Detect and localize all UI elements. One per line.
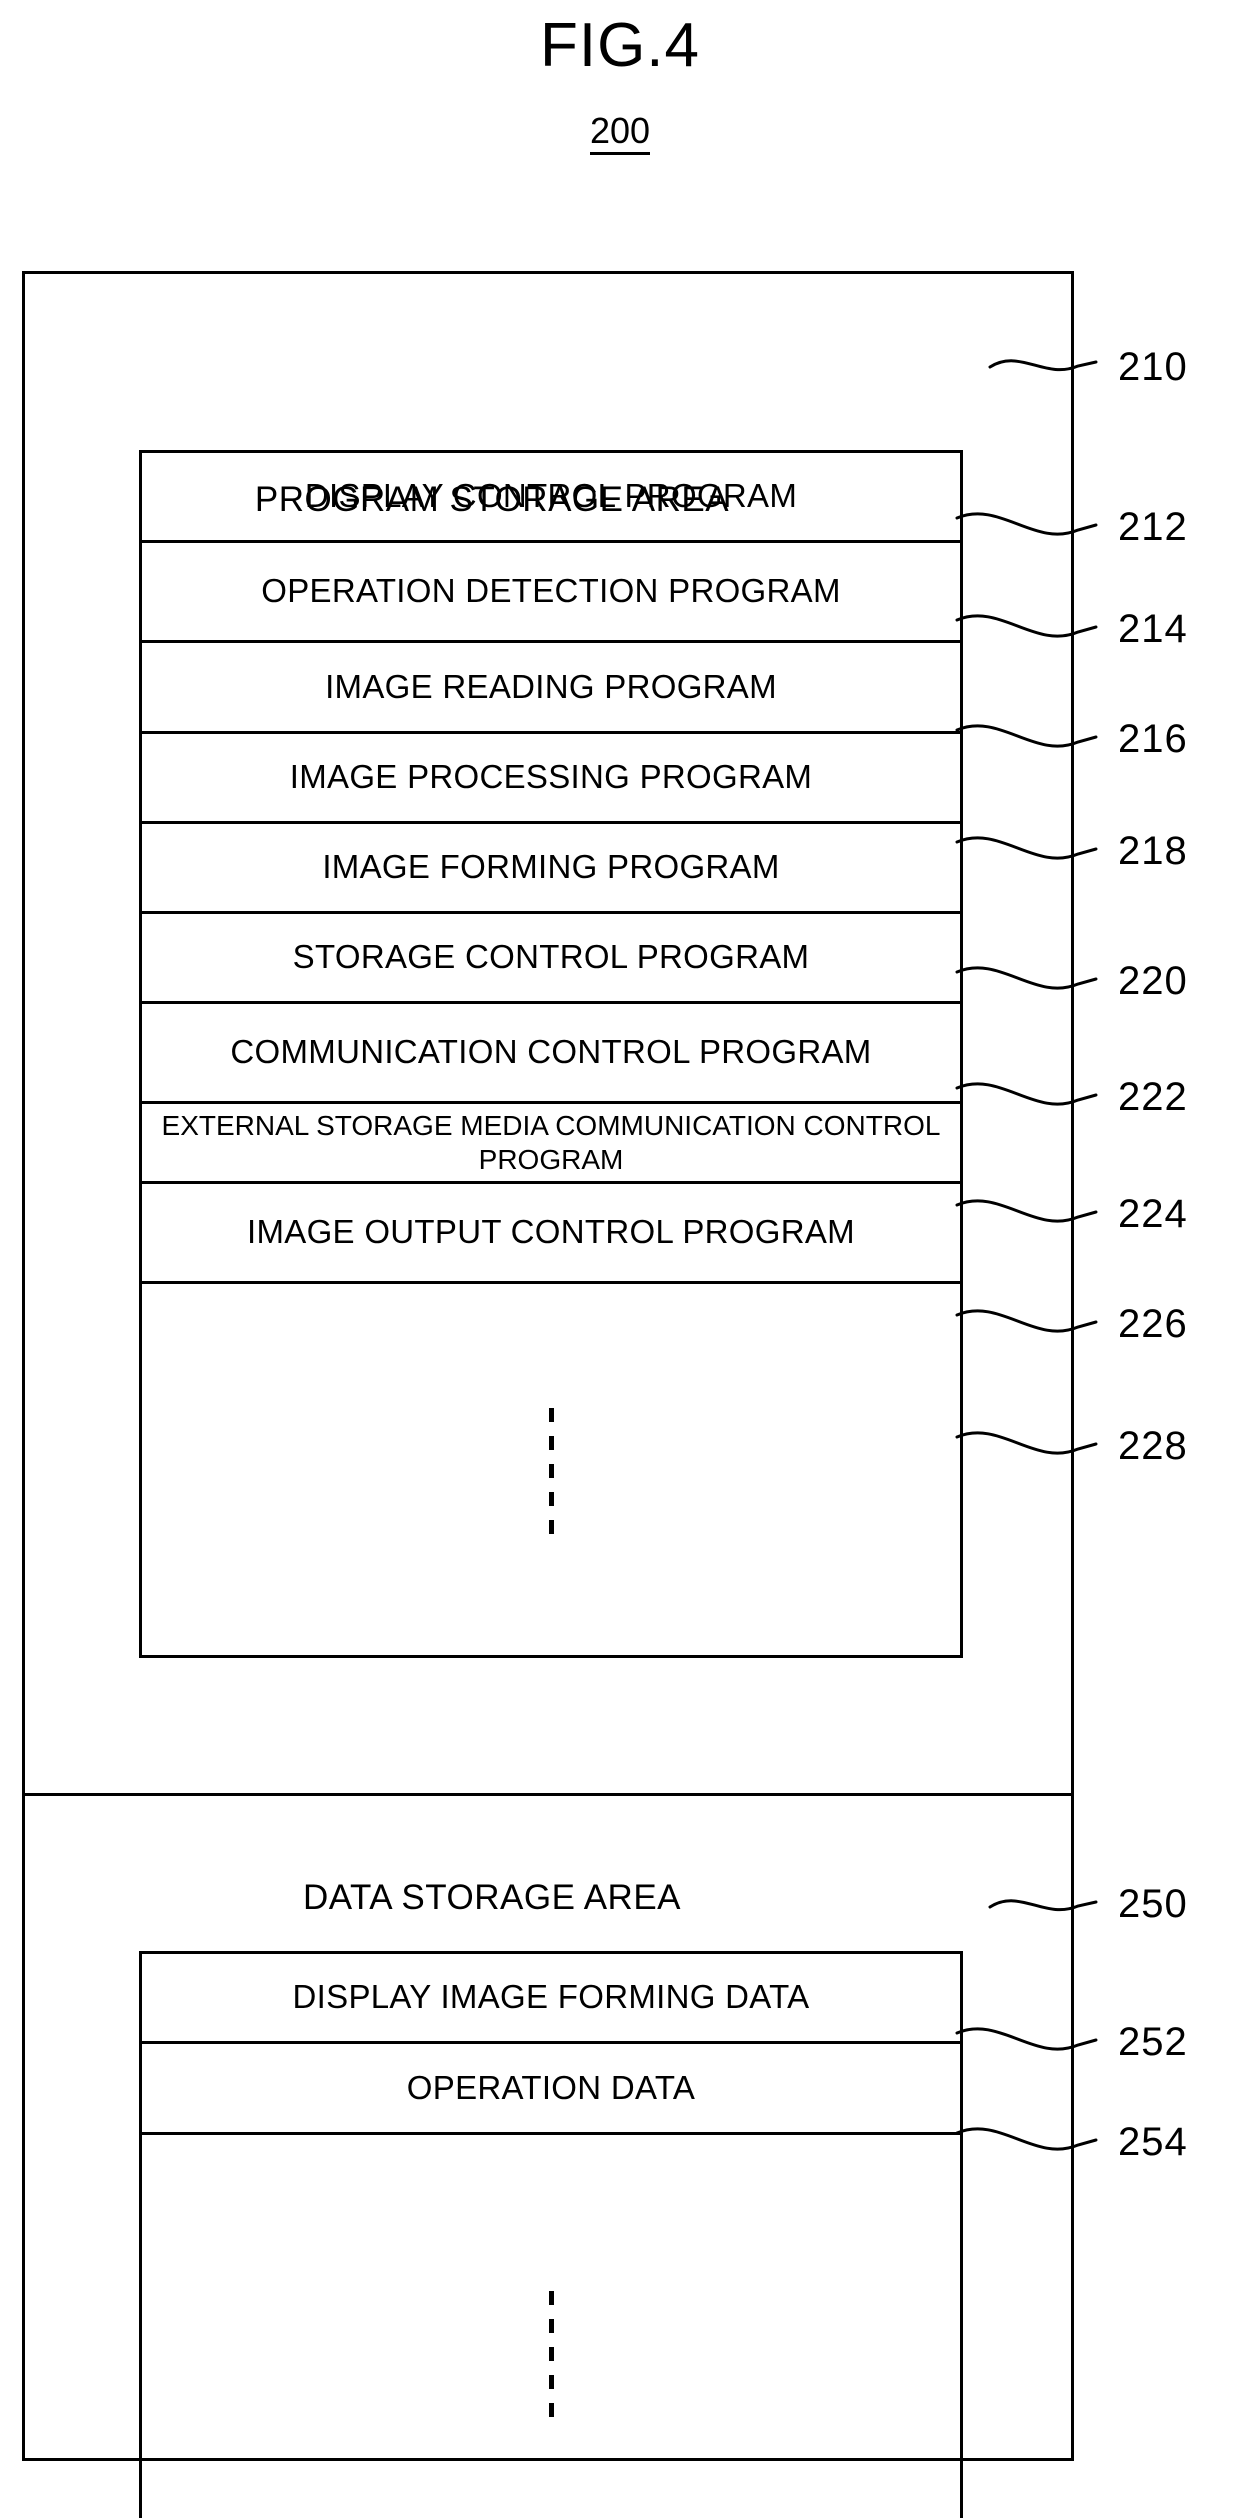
program-list-continuation — [142, 1284, 960, 1657]
reference-number-216: 216 — [1118, 717, 1188, 761]
program-row-operation-detection: OPERATION DETECTION PROGRAM — [142, 543, 960, 643]
program-label: IMAGE READING PROGRAM — [325, 667, 777, 705]
reference-number-212: 212 — [1118, 505, 1188, 549]
program-label: IMAGE FORMING PROGRAM — [322, 848, 780, 886]
reference-number-250: 250 — [1118, 1882, 1188, 1926]
data-storage-area-heading: DATA STORAGE AREA — [302, 1878, 682, 1917]
reference-number-252: 252 — [1118, 2020, 1188, 2064]
program-label: OPERATION DETECTION PROGRAM — [261, 572, 841, 610]
data-row-display-image-forming: DISPLAY IMAGE FORMING DATA — [142, 1954, 960, 2044]
area-divider — [25, 1793, 1071, 1796]
program-label: DISPLAY CONTROL PROGRAM — [304, 477, 798, 515]
reference-number-224: 224 — [1118, 1192, 1188, 1236]
program-row-image-processing: IMAGE PROCESSING PROGRAM — [142, 734, 960, 824]
data-list-continuation — [142, 2135, 960, 2518]
vertical-ellipsis-icon — [548, 1407, 554, 1534]
program-row-image-forming: IMAGE FORMING PROGRAM — [142, 824, 960, 914]
program-row-image-reading: IMAGE READING PROGRAM — [142, 643, 960, 734]
reference-number-254: 254 — [1118, 2120, 1188, 2164]
vertical-ellipsis-icon — [548, 2291, 554, 2417]
reference-number-200: 200 — [0, 110, 1240, 155]
reference-number-228: 228 — [1118, 1424, 1188, 1468]
program-label: IMAGE OUTPUT CONTROL PROGRAM — [247, 1213, 855, 1251]
program-label: IMAGE PROCESSING PROGRAM — [289, 758, 813, 796]
program-label: COMMUNICATION CONTROL PROGRAM — [230, 1033, 872, 1071]
reference-200-text: 200 — [589, 110, 651, 155]
reference-number-218: 218 — [1118, 829, 1188, 873]
program-label: STORAGE CONTROL PROGRAM — [292, 938, 810, 976]
figure-page: FIG.4 200 PROGRAM STORAGE AREA DATA STOR… — [0, 0, 1240, 2518]
data-label: OPERATION DATA — [406, 2068, 696, 2106]
data-list-box: DISPLAY IMAGE FORMING DATA OPERATION DAT… — [139, 1951, 963, 2518]
reference-number-210: 210 — [1118, 345, 1188, 389]
program-row-external-storage-media: EXTERNAL STORAGE MEDIA COMMUNICATION CON… — [142, 1104, 960, 1184]
program-row-display-control: DISPLAY CONTROL PROGRAM — [142, 453, 960, 543]
reference-number-220: 220 — [1118, 959, 1188, 1003]
data-row-operation-data: OPERATION DATA — [142, 2044, 960, 2135]
data-label: DISPLAY IMAGE FORMING DATA — [292, 1978, 810, 2016]
program-row-storage-control: STORAGE CONTROL PROGRAM — [142, 914, 960, 1004]
program-row-communication-control: COMMUNICATION CONTROL PROGRAM — [142, 1004, 960, 1104]
program-row-image-output-control: IMAGE OUTPUT CONTROL PROGRAM — [142, 1184, 960, 1284]
reference-number-222: 222 — [1118, 1075, 1188, 1119]
memory-outer-box: PROGRAM STORAGE AREA DATA STORAGE AREA D… — [22, 271, 1074, 2518]
reference-number-226: 226 — [1118, 1302, 1188, 1346]
program-label: EXTERNAL STORAGE MEDIA COMMUNICATION CON… — [161, 1110, 941, 1175]
program-list-box: DISPLAY CONTROL PROGRAM OPERATION DETECT… — [139, 450, 963, 1658]
reference-number-214: 214 — [1118, 607, 1188, 651]
figure-title: FIG.4 — [539, 11, 701, 80]
